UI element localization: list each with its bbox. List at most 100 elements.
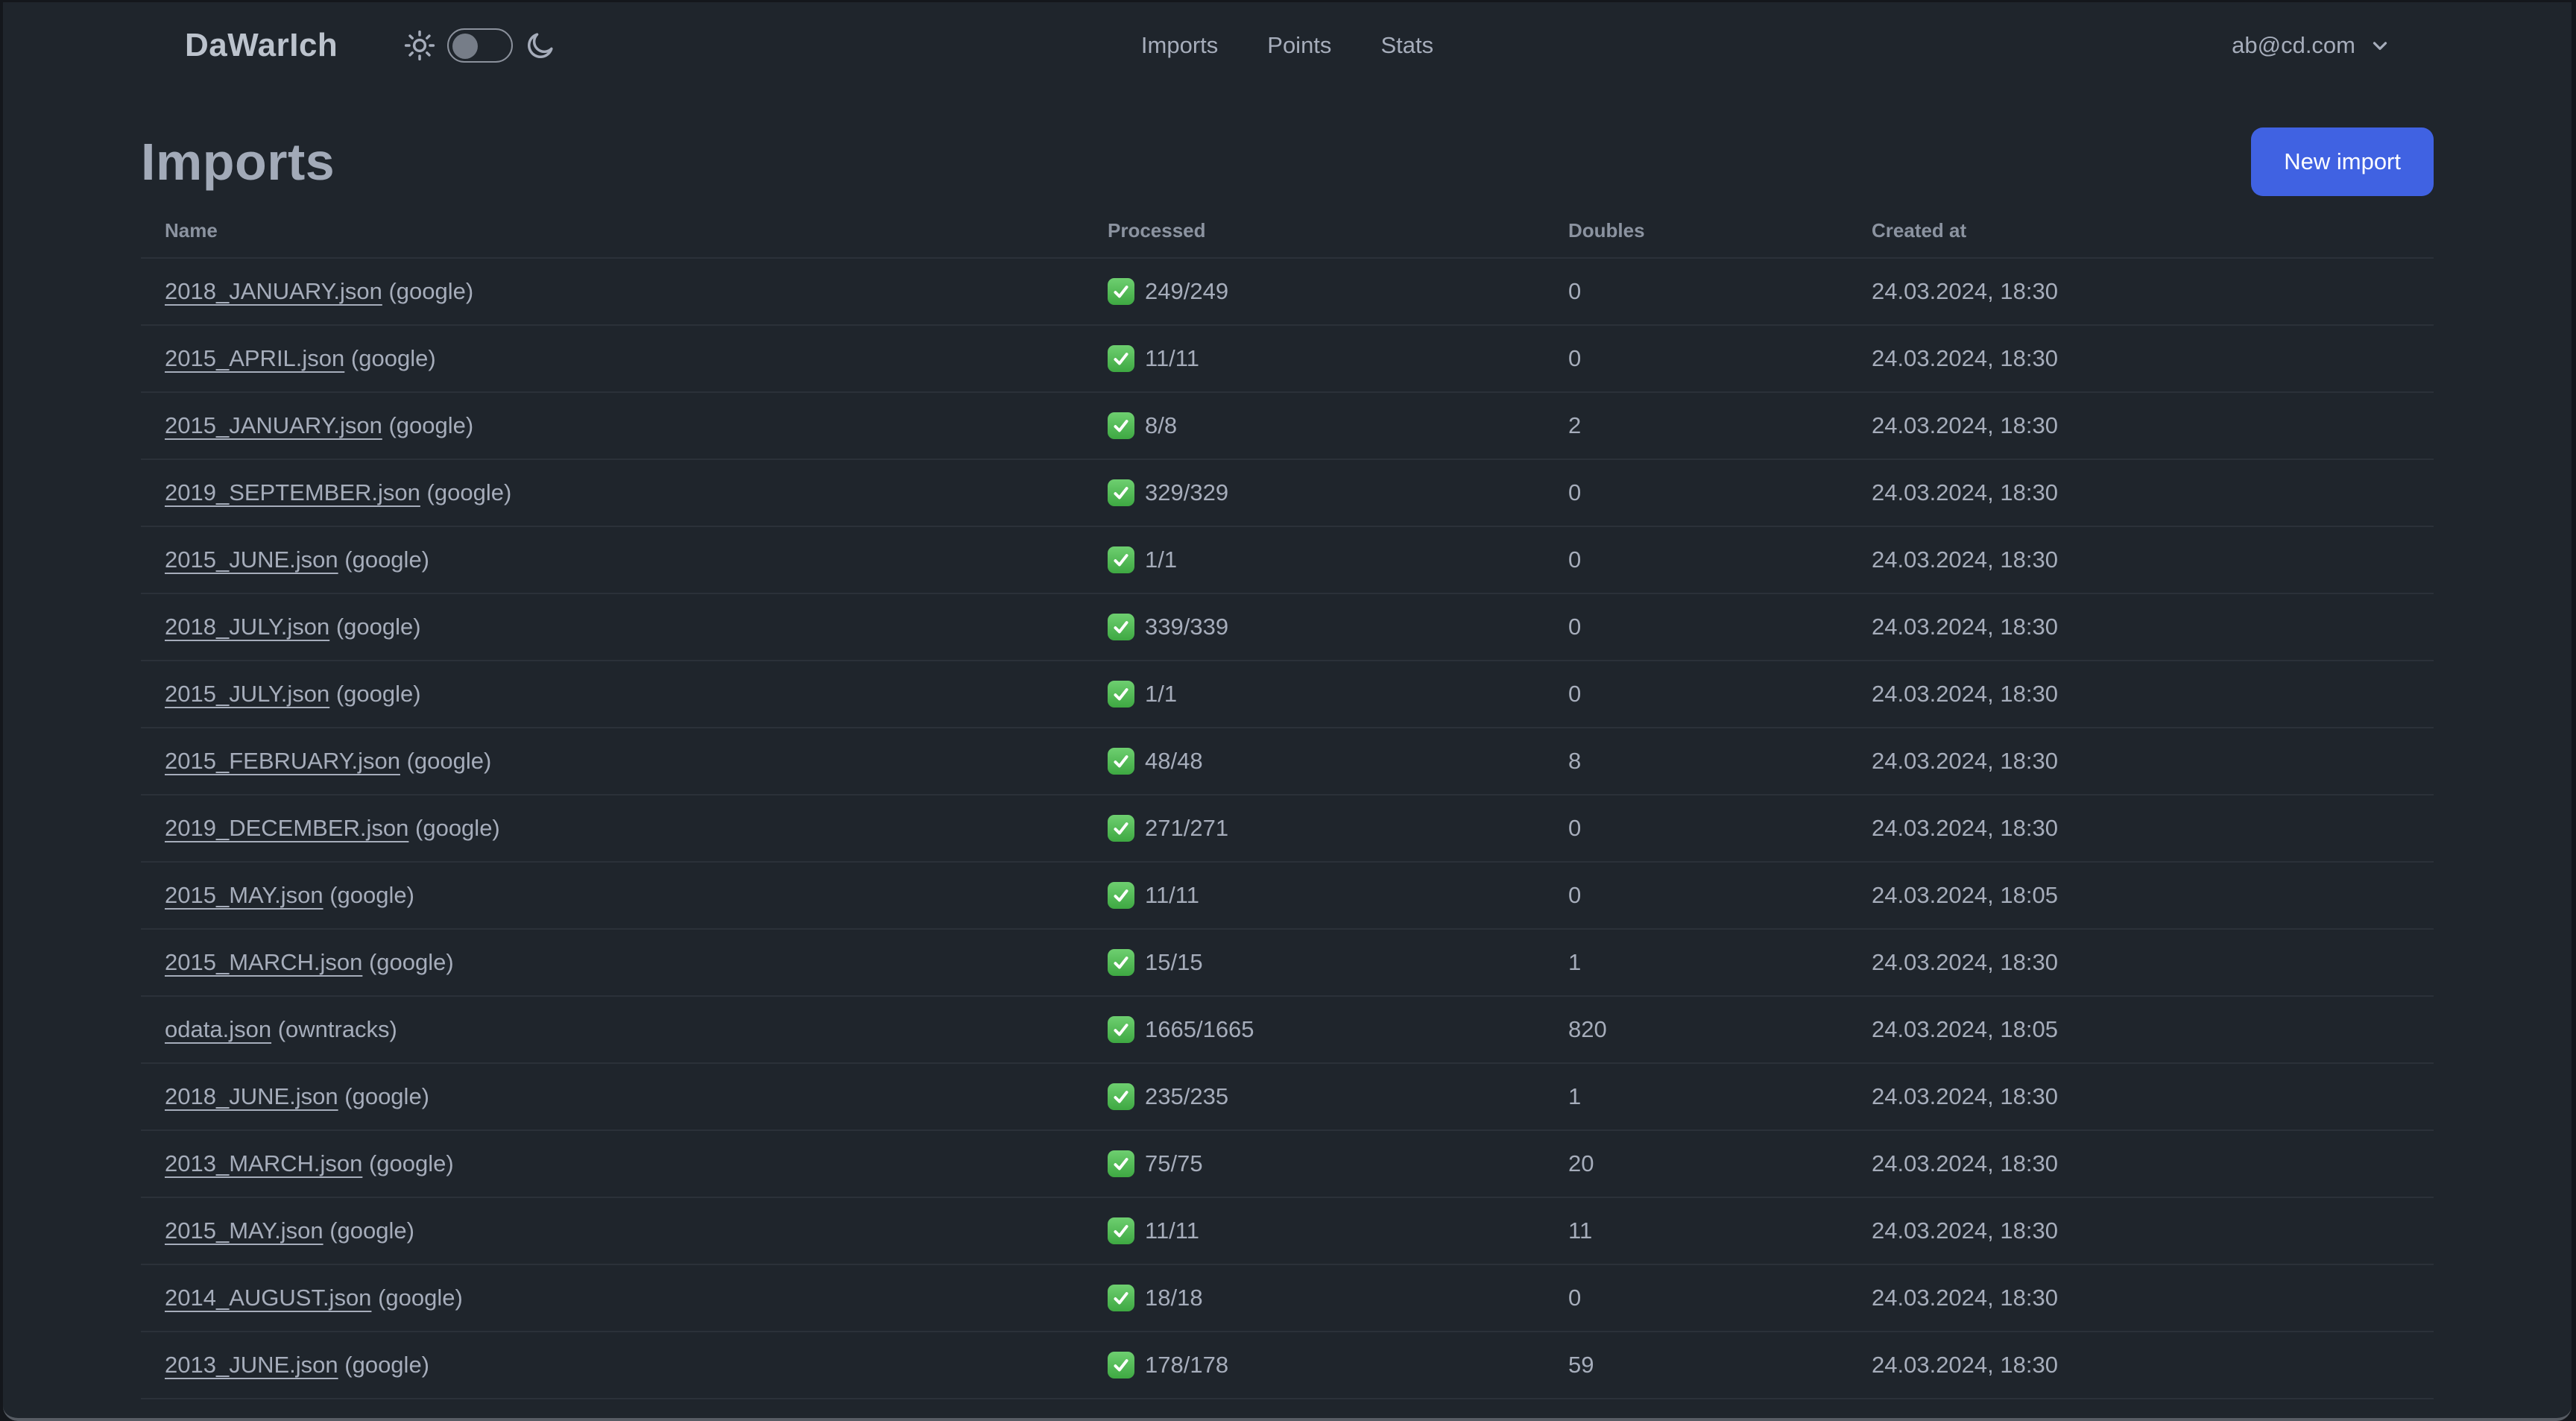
import-file-link[interactable]: 2015_MAY.json	[165, 882, 323, 908]
column-header-doubles: Doubles	[1568, 218, 1645, 242]
name-cell: 2015_APRIL.json (google)	[141, 345, 1108, 372]
processed-count: 339/339	[1145, 614, 1229, 640]
doubles-cell: 1	[1568, 1083, 1582, 1109]
check-green-icon	[1108, 1352, 1134, 1379]
doubles-cell: 0	[1568, 1285, 1582, 1311]
import-file-link[interactable]: 2013_JUNE.json	[165, 1352, 338, 1378]
table-row: 2019_DECEMBER.json (google) 271/271 0 24…	[141, 794, 2434, 861]
table-row: 2015_JULY.json (google) 1/1 0 24.03.2024…	[141, 660, 2434, 727]
new-import-button[interactable]: New import	[2251, 127, 2434, 196]
import-source: (google)	[426, 479, 512, 505]
table-body: 2018_JANUARY.json (google) 249/249 0 24.…	[141, 257, 2434, 1418]
table-row: 2013_MARCH.json (google) 75/75 20 24.03.…	[141, 1129, 2434, 1197]
check-green-icon	[1108, 1217, 1134, 1244]
import-file-link[interactable]: 2015_APRIL.json	[165, 345, 344, 371]
nav-link-stats[interactable]: Stats	[1380, 32, 1433, 59]
processed-cell: 11/11	[1108, 345, 1568, 372]
doubles-cell: 0	[1568, 546, 1582, 573]
processed-count: 271/271	[1145, 815, 1229, 841]
import-file-link[interactable]: 2015_JUNE.json	[165, 546, 338, 573]
created-at-cell: 24.03.2024, 18:30	[1872, 949, 2058, 975]
import-source: (google)	[329, 1217, 414, 1244]
import-file-link[interactable]: 2018_JULY.json	[165, 614, 329, 640]
import-source: (google)	[388, 412, 474, 438]
processed-cell: 48/48	[1108, 748, 1568, 775]
check-green-icon	[1108, 748, 1134, 775]
import-file-link[interactable]: 2015_FEBRUARY.json	[165, 748, 400, 774]
import-file-link[interactable]: 2019_SEPTEMBER.json	[165, 479, 420, 505]
created-at-cell: 24.03.2024, 18:30	[1872, 412, 2058, 438]
check-green-icon	[1108, 949, 1134, 976]
processed-count: 15/15	[1145, 949, 1203, 975]
processed-count: 1/1	[1145, 681, 1178, 707]
doubles-cell: 0	[1568, 815, 1582, 841]
processed-cell: 1/1	[1108, 681, 1568, 708]
brand-logo[interactable]: DaWarIch	[185, 27, 338, 64]
name-cell: 2018_JULY.json (google)	[141, 614, 1108, 640]
import-source: (google)	[406, 748, 492, 774]
page-title: Imports	[141, 133, 335, 191]
import-file-link[interactable]: odata.json	[165, 1016, 271, 1042]
account-menu[interactable]: ab@cd.com	[2232, 32, 2391, 59]
import-source: (google)	[344, 1352, 430, 1378]
created-at-cell: 24.03.2024, 18:30	[1872, 748, 2058, 774]
processed-count: 1/1	[1145, 546, 1178, 573]
import-file-link[interactable]: 2018_JUNE.json	[165, 1083, 338, 1109]
nav-links: Imports Points Stats	[1141, 32, 1433, 59]
processed-count: 1665/1665	[1145, 1016, 1254, 1042]
table-row: 2018_JULY.json (google) 339/339 0 24.03.…	[141, 593, 2434, 660]
theme-switch[interactable]	[447, 28, 513, 63]
page-header: Imports New import	[141, 126, 2434, 198]
name-cell: 2015_MARCH.json (google)	[141, 949, 1108, 976]
check-green-icon	[1108, 815, 1134, 842]
name-cell: 2013_MARCH.json (google)	[141, 1150, 1108, 1177]
created-at-cell: 24.03.2024, 18:30	[1872, 614, 2058, 640]
created-at-cell: 24.03.2024, 18:30	[1872, 479, 2058, 505]
name-cell: 2018_JUNE.json (google)	[141, 1083, 1108, 1110]
import-source: (owntracks)	[277, 1016, 397, 1042]
name-cell: 2013_JUNE.json (google)	[141, 1352, 1108, 1379]
doubles-cell: 0	[1568, 882, 1582, 908]
check-green-icon	[1108, 882, 1134, 909]
processed-cell: 235/235	[1108, 1083, 1568, 1110]
nav-link-points[interactable]: Points	[1267, 32, 1331, 59]
column-header-name: Name	[165, 218, 218, 242]
theme-switch-knob[interactable]	[452, 33, 478, 59]
import-source: (google)	[335, 614, 421, 640]
table-row: 2015_MAY.json (google) 11/11 11 24.03.20…	[141, 1197, 2434, 1264]
processed-cell: 75/75	[1108, 1150, 1568, 1177]
processed-count: 249/249	[1145, 278, 1229, 304]
import-source: (google)	[335, 681, 421, 707]
processed-cell: 339/339	[1108, 614, 1568, 640]
import-file-link[interactable]: 2015_MAY.json	[165, 1217, 323, 1244]
processed-cell: 1665/1665	[1108, 1016, 1568, 1043]
check-green-icon	[1108, 412, 1134, 439]
navbar: DaWarIch Imports Points Stats ab@cd.com	[3, 2, 2572, 89]
account-email: ab@cd.com	[2232, 32, 2355, 58]
doubles-cell: 59	[1568, 1352, 1594, 1378]
import-file-link[interactable]: 2014_AUGUST.json	[165, 1285, 371, 1311]
import-file-link[interactable]: 2015_MARCH.json	[165, 949, 362, 975]
created-at-cell: 24.03.2024, 18:30	[1872, 278, 2058, 304]
processed-cell: 11/11	[1108, 1217, 1568, 1244]
processed-cell: 1/1	[1108, 546, 1568, 573]
column-header-processed: Processed	[1108, 218, 1206, 242]
created-at-cell: 24.03.2024, 18:30	[1872, 1150, 2058, 1176]
table-row: 2018_JANUARY.json (google) 249/249 0 24.…	[141, 257, 2434, 324]
import-file-link[interactable]: 2013_MARCH.json	[165, 1150, 362, 1176]
check-green-icon	[1108, 546, 1134, 573]
import-file-link[interactable]: 2015_JANUARY.json	[165, 412, 382, 438]
check-green-icon	[1108, 1150, 1134, 1177]
nav-link-imports[interactable]: Imports	[1141, 32, 1218, 59]
import-file-link[interactable]: 2015_JULY.json	[165, 681, 329, 707]
processed-cell: 18/18	[1108, 1285, 1568, 1311]
name-cell: 2015_MAY.json (google)	[141, 1217, 1108, 1244]
created-at-cell: 24.03.2024, 18:05	[1872, 882, 2058, 908]
check-green-icon	[1108, 614, 1134, 640]
import-file-link[interactable]: 2019_DECEMBER.json	[165, 815, 408, 841]
name-cell: 2014_AUGUST.json (google)	[141, 1285, 1108, 1311]
table-row: 2019_SEPTEMBER.json (google) 329/329 0 2…	[141, 459, 2434, 526]
table-row: 2015_JUNE.json (google) 1/1 0 24.03.2024…	[141, 526, 2434, 593]
created-at-cell: 24.03.2024, 18:30	[1872, 681, 2058, 707]
import-file-link[interactable]: 2018_JANUARY.json	[165, 278, 382, 304]
